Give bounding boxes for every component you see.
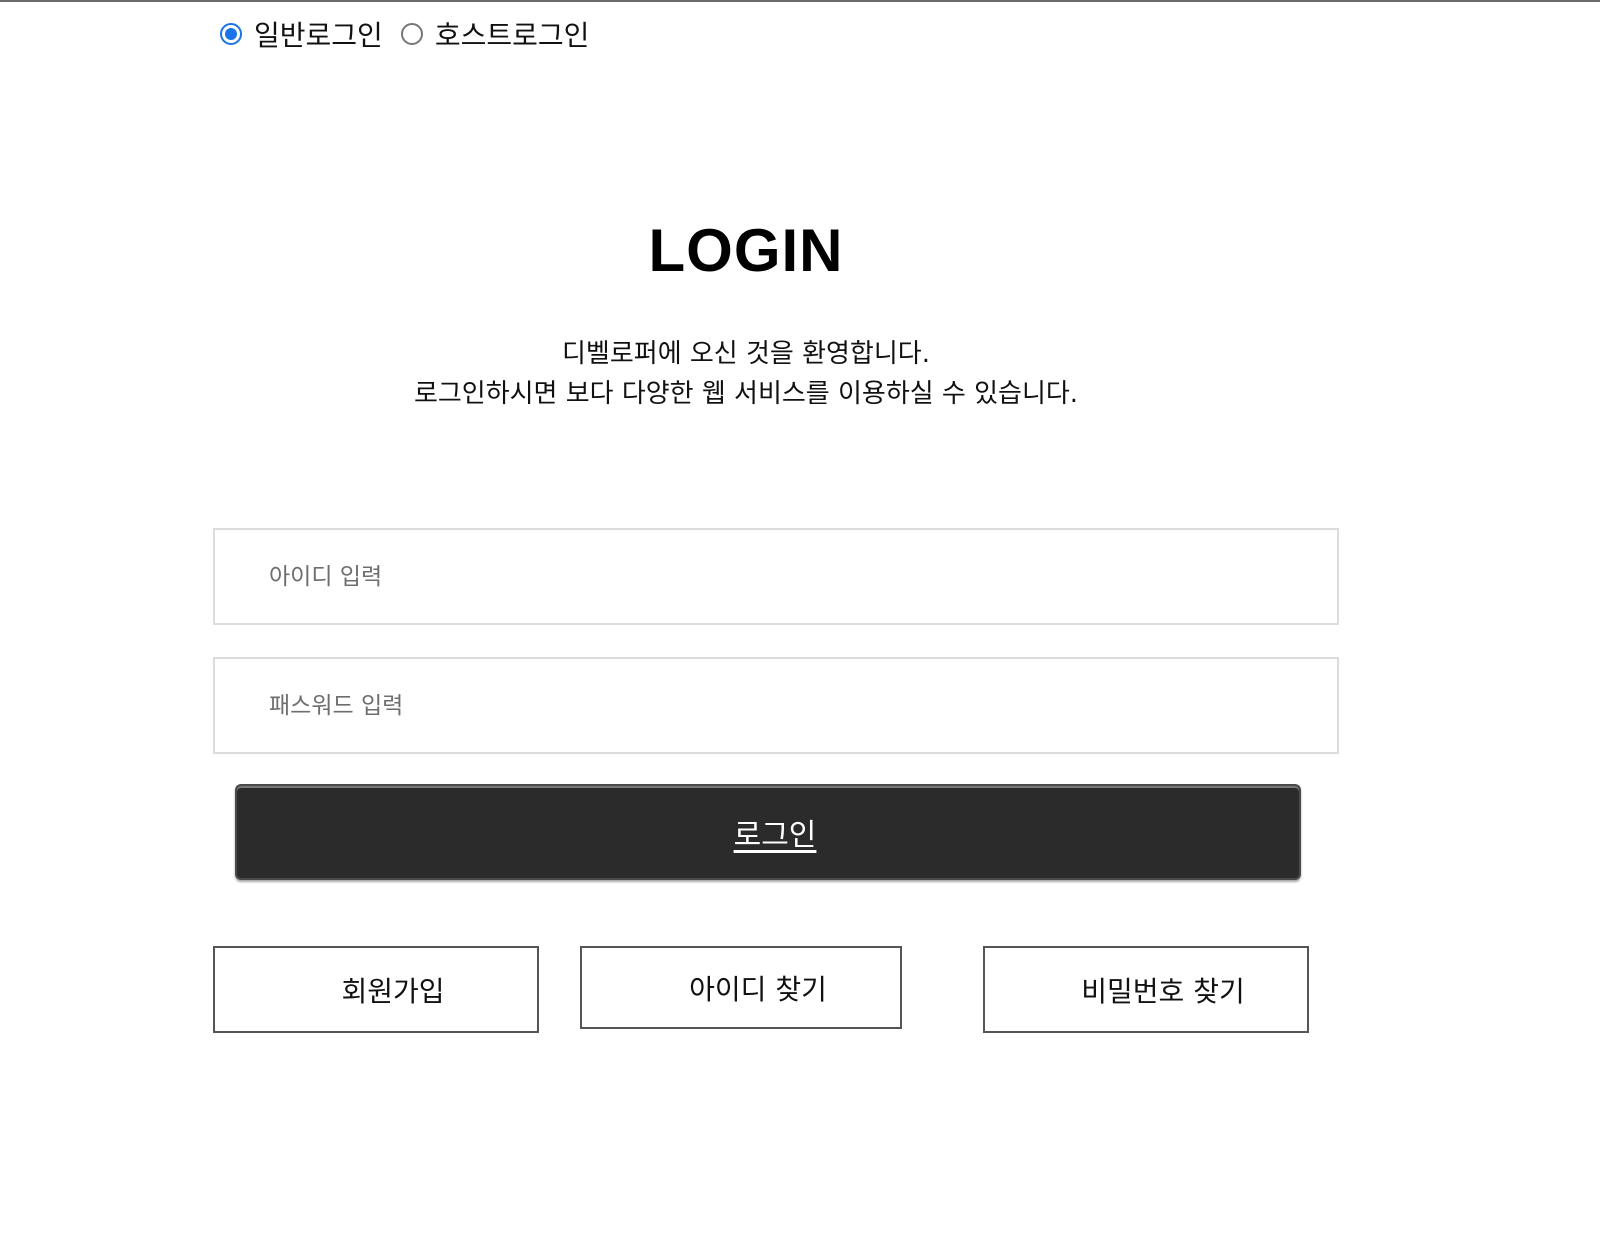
welcome-message: 디벨로퍼에 오신 것을 환영합니다. 로그인하시면 보다 다양한 웹 서비스를 … [0, 334, 1492, 414]
radio-host-login[interactable]: 호스트로그인 [400, 14, 590, 54]
welcome-line-1: 디벨로퍼에 오신 것을 환영합니다. [562, 339, 930, 369]
radio-general-login[interactable]: 일반로그인 [220, 14, 383, 54]
password-input[interactable] [215, 659, 1337, 752]
find-id-button[interactable]: 아이디 찾기 [580, 946, 902, 1029]
radio-host-login-label[interactable]: 호스트로그인 [435, 14, 590, 54]
top-divider [0, 0, 1600, 2]
page-title: LOGIN [648, 217, 844, 284]
radio-general-login-label[interactable]: 일반로그인 [254, 14, 383, 54]
signup-button[interactable]: 회원가입 [213, 946, 539, 1033]
welcome-line-2: 로그인하시면 보다 다양한 웹 서비스를 이용하실 수 있습니다. [413, 379, 1079, 409]
id-field-box [213, 528, 1339, 625]
radio-host-login-circle[interactable] [400, 23, 423, 45]
login-type-selector: 일반로그인 호스트로그인 [220, 16, 589, 52]
login-button[interactable]: 로그인 [235, 784, 1301, 880]
find-password-button[interactable]: 비밀번호 찾기 [983, 946, 1309, 1033]
password-field-box [213, 657, 1339, 754]
radio-general-login-circle[interactable] [220, 23, 242, 45]
id-input[interactable] [215, 530, 1337, 623]
